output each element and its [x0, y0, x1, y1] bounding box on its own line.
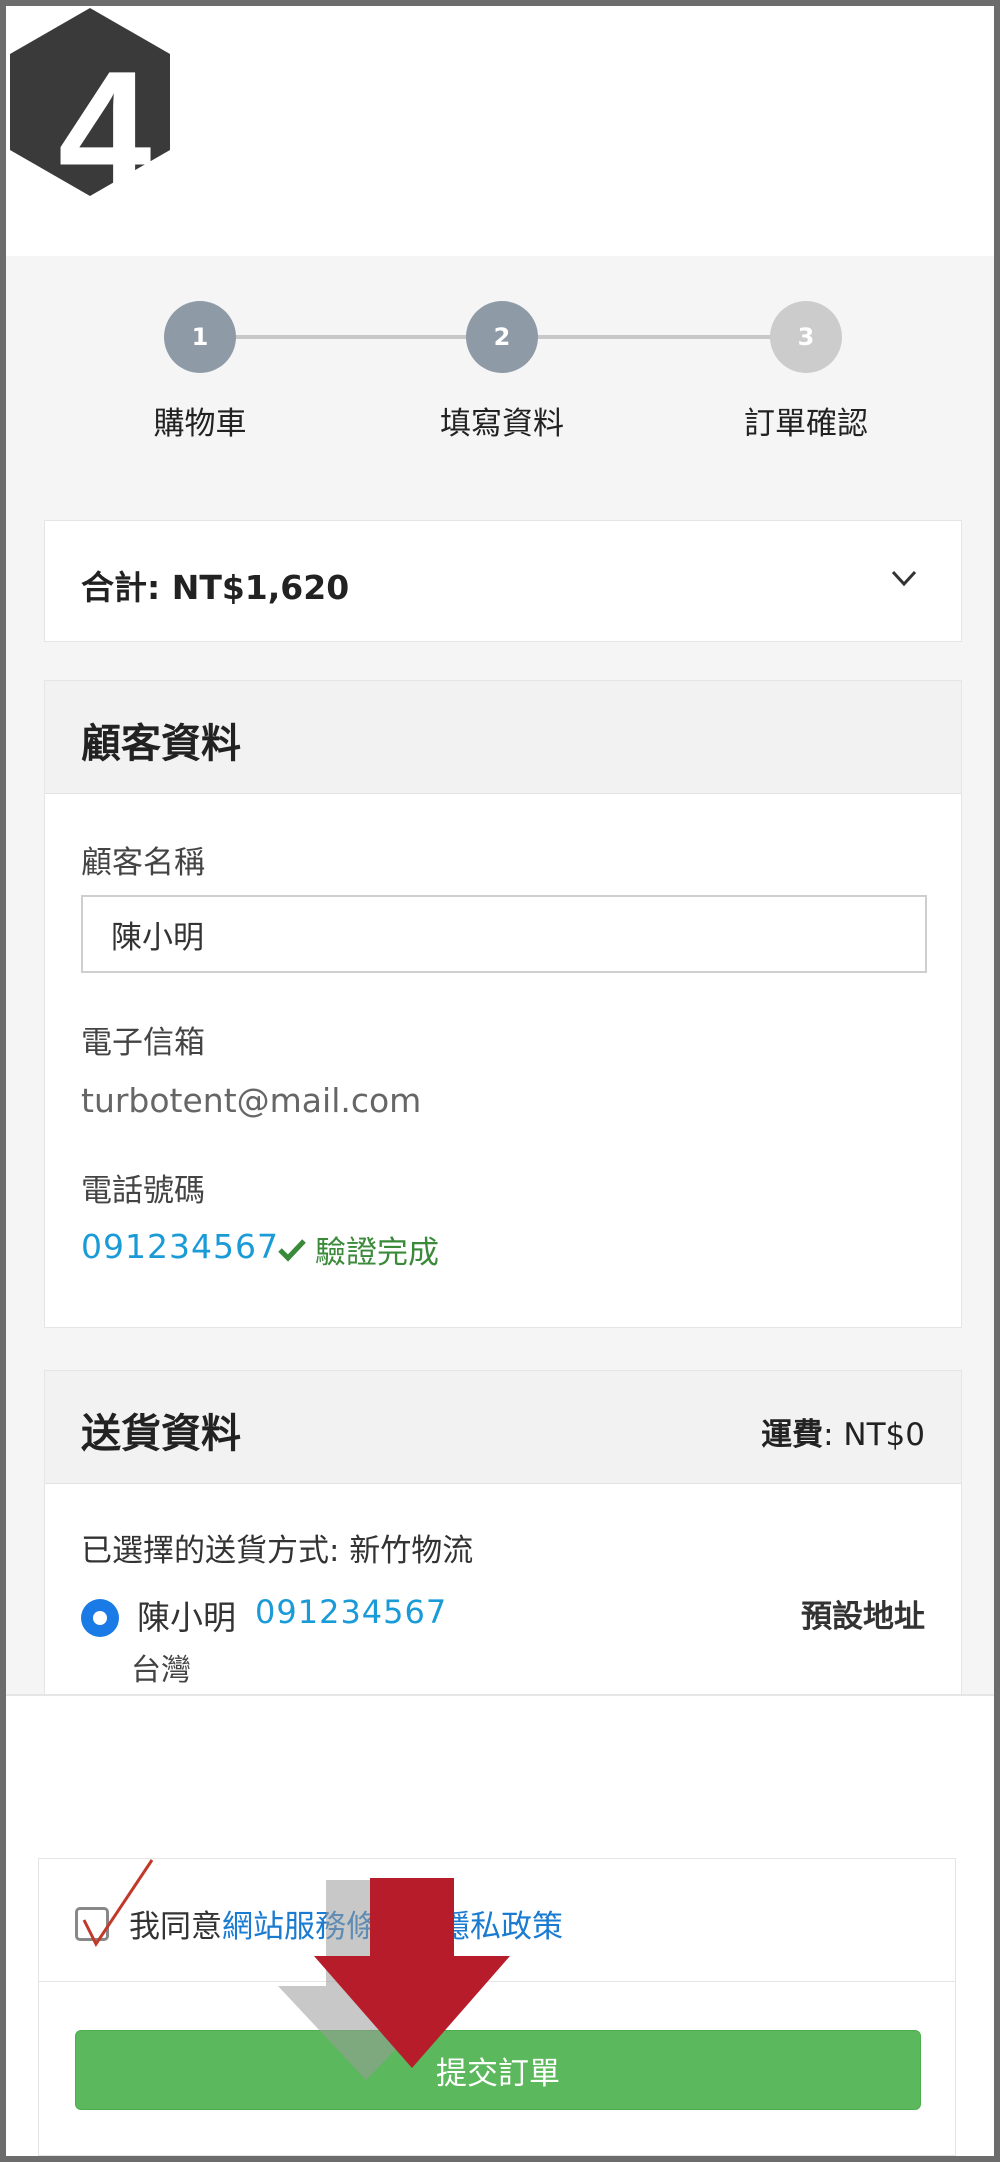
phone-value: 091234567	[81, 1227, 279, 1266]
email-label: 電子信箱	[81, 1025, 205, 1061]
delivery-section-title: 送貨資料	[81, 1411, 241, 1457]
customer-section-header: 顧客資料	[45, 681, 961, 794]
chevron-down-icon[interactable]	[889, 563, 919, 593]
terms-link[interactable]: 網站服務條款	[222, 1909, 408, 1945]
shipping-fee: 運費: NT$0	[761, 1417, 925, 1453]
recipient-country: 台灣	[131, 1653, 191, 1688]
customer-name-label: 顧客名稱	[81, 845, 205, 881]
step-number-text: 4	[58, 36, 151, 196]
step-number-badge: 4	[10, 8, 170, 196]
submit-order-button[interactable]: 提交訂單	[75, 2030, 921, 2110]
phone-label: 電話號碼	[81, 1173, 205, 1209]
step-connector	[201, 335, 471, 339]
step-2-label: 填寫資料	[440, 406, 564, 442]
agreement-row: 我同意網站服務條款及隱私政策	[38, 1858, 956, 1982]
verified-status: 驗證完成	[277, 1227, 439, 1272]
submit-area: 提交訂單	[38, 1982, 956, 2156]
order-total-amount: NT$1,620	[171, 568, 350, 607]
agree-checkbox[interactable]	[75, 1907, 109, 1941]
customer-name-input[interactable]	[81, 895, 927, 973]
delivery-method: 已選擇的送貨方式: 新竹物流	[81, 1533, 474, 1569]
step-2-circle: 2	[466, 301, 538, 373]
default-address-tag: 預設地址	[801, 1599, 925, 1635]
step-connector	[506, 335, 806, 339]
progress-steps: 1 2 3 購物車 填寫資料 訂單確認	[6, 256, 994, 456]
customer-section-title: 顧客資料	[81, 721, 241, 767]
address-radio[interactable]	[81, 1599, 119, 1637]
delivery-info-card: 送貨資料 運費: NT$0 已選擇的送貨方式: 新竹物流 陳小明 0912345…	[44, 1370, 962, 1710]
delivery-section-header: 送貨資料 運費: NT$0	[45, 1371, 961, 1484]
checkmark-icon	[278, 1238, 306, 1262]
verified-text: 驗證完成	[315, 1235, 439, 1271]
recipient-phone: 091234567	[255, 1593, 448, 1631]
order-total: 合計: NT$1,620	[81, 568, 350, 607]
step-1-label: 購物車	[153, 406, 247, 442]
privacy-link[interactable]: 隱私政策	[439, 1909, 563, 1945]
step-1-circle: 1	[164, 301, 236, 373]
email-value: turbotent@mail.com	[81, 1081, 422, 1120]
order-total-toggle[interactable]: 合計: NT$1,620	[44, 520, 962, 642]
recipient-name: 陳小明	[137, 1598, 236, 1637]
agreement-text: 我同意網站服務條款及隱私政策	[129, 1909, 563, 1945]
step-3-label: 訂單確認	[744, 406, 868, 442]
step-3-circle: 3	[770, 301, 842, 373]
checkout-page: 1 2 3 購物車 填寫資料 訂單確認 合計: NT$1,620 顧客資料 顧客…	[6, 256, 994, 1710]
customer-info-card: 顧客資料 顧客名稱 電子信箱 turbotent@mail.com 電話號碼 0…	[44, 680, 962, 1328]
